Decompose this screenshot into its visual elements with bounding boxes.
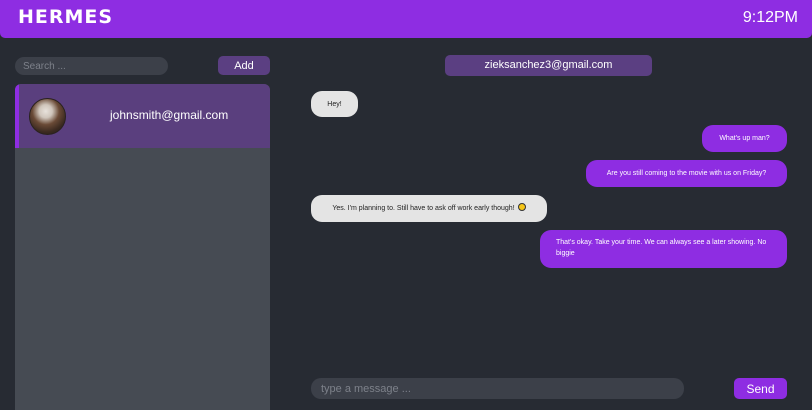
message-bubble-outgoing: What's up man? <box>702 125 787 152</box>
top-bar: HERMES 9:12PM <box>0 0 812 38</box>
message-bubble-outgoing: That's okay. Take your time. We can alwa… <box>540 230 787 268</box>
contact-list: johnsmith@gmail.com <box>15 84 270 410</box>
chat-recipient: zieksanchez3@gmail.com <box>445 55 652 76</box>
message-bubble-incoming: Yes. I'm planning to. Still have to ask … <box>311 195 547 222</box>
clock: 9:12PM <box>742 9 798 26</box>
send-button[interactable]: Send <box>734 378 787 399</box>
add-contact-button[interactable]: Add <box>218 56 270 75</box>
app-logo: HERMES <box>18 6 114 28</box>
message-text: Yes. I'm planning to. Still have to ask … <box>332 205 515 212</box>
message-bubble-outgoing: Are you still coming to the movie with u… <box>586 160 787 187</box>
avatar <box>29 98 66 135</box>
message-text: Hey! <box>327 101 342 108</box>
message-text: What's up man? <box>719 135 770 142</box>
message-text: Are you still coming to the movie with u… <box>606 170 767 177</box>
grimacing-face-icon <box>517 203 526 211</box>
contact-search-input[interactable] <box>15 57 168 75</box>
contact-email: johnsmith@gmail.com <box>110 108 229 122</box>
contact-item-selected[interactable]: johnsmith@gmail.com <box>15 84 270 148</box>
message-text: That's okay. Take your time. We can alwa… <box>556 239 767 257</box>
message-input[interactable] <box>311 378 684 399</box>
message-bubble-incoming: Hey! <box>311 91 358 117</box>
